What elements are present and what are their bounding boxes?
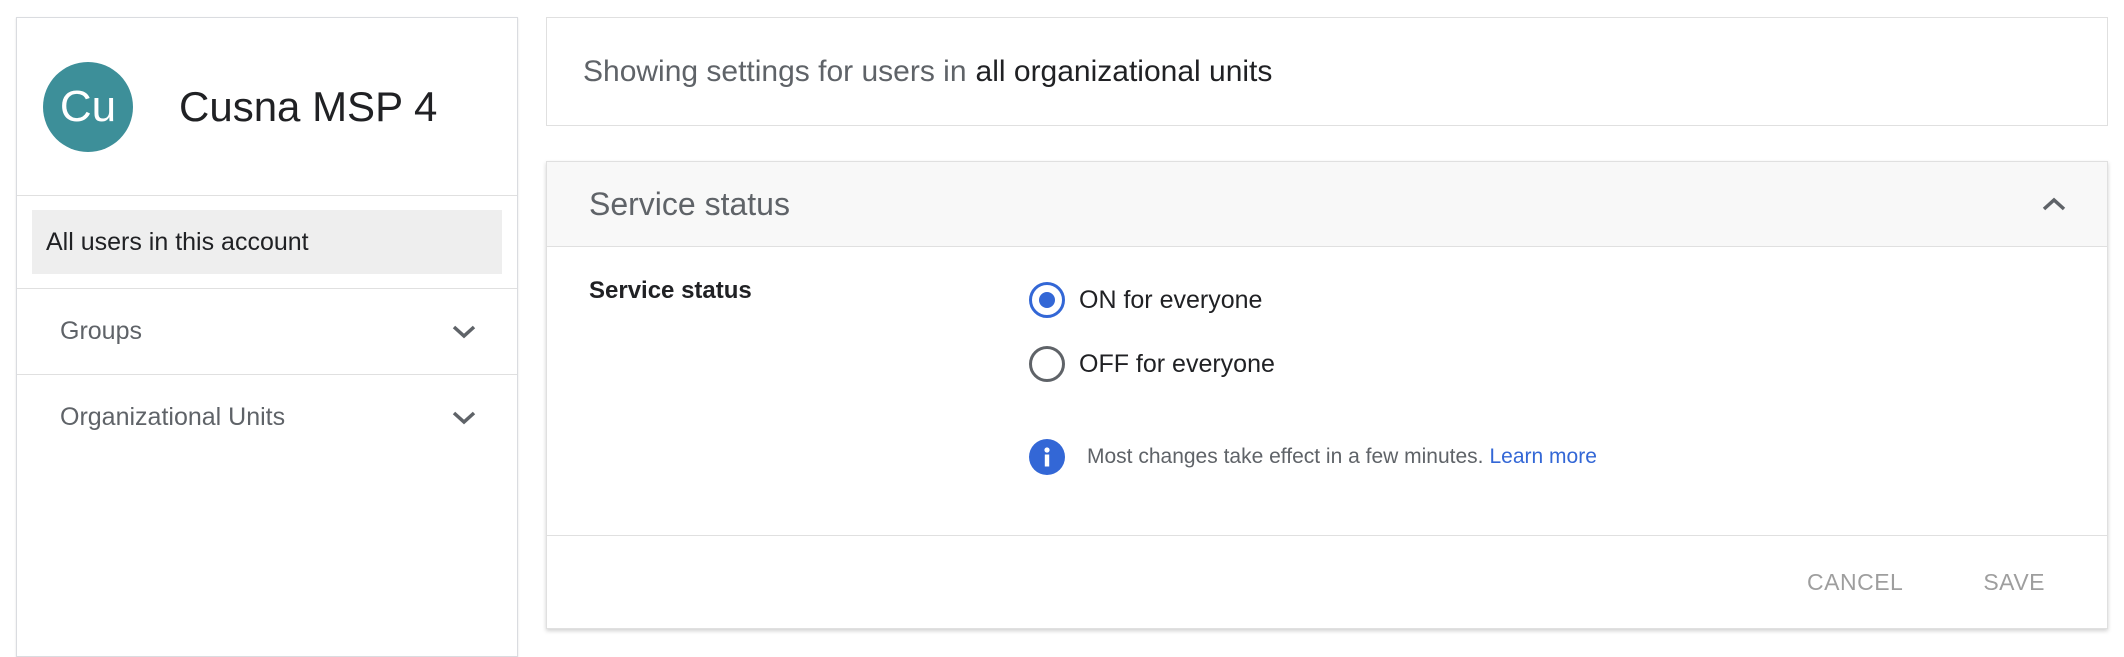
radio-label: ON for everyone (1079, 285, 1263, 314)
card-header[interactable]: Service status (547, 162, 2107, 247)
learn-more-link[interactable]: Learn more (1490, 445, 1597, 469)
chevron-down-icon[interactable] (449, 403, 479, 433)
radio-checked-icon[interactable] (1029, 282, 1065, 318)
service-status-card: Service status Service status ON for eve… (546, 161, 2108, 629)
card-title: Service status (589, 185, 790, 222)
card-footer: CANCEL SAVE (547, 536, 2107, 628)
cancel-button[interactable]: CANCEL (1807, 569, 1903, 596)
scope-banner: Showing settings for users in all organi… (546, 17, 2108, 126)
radio-label: OFF for everyone (1079, 349, 1275, 378)
info-message: Most changes take effect in a few minute… (1029, 439, 1597, 475)
avatar: Cu (43, 61, 133, 152)
sidebar-item-groups[interactable]: Groups (17, 288, 517, 374)
sidebar: Cu Cusna MSP 4 All users in this account… (16, 17, 518, 657)
sidebar-item-organizational-units[interactable]: Organizational Units (17, 374, 517, 460)
sidebar-item-all-users[interactable]: All users in this account (32, 210, 502, 274)
chevron-up-icon[interactable] (2039, 189, 2069, 219)
card-body: Service status ON for everyone OFF for e… (547, 247, 2107, 536)
account-name: Cusna MSP 4 (179, 82, 438, 130)
banner-scope: all organizational units (975, 54, 1273, 88)
account-header: Cu Cusna MSP 4 (17, 18, 517, 196)
banner-prefix: Showing settings for users in (583, 54, 967, 88)
radio-on-for-everyone[interactable]: ON for everyone (1029, 282, 1262, 318)
info-text: Most changes take effect in a few minute… (1087, 445, 1484, 468)
save-button[interactable]: SAVE (1983, 569, 2045, 596)
radio-unchecked-icon[interactable] (1029, 346, 1065, 382)
setting-label: Service status (589, 277, 752, 304)
sidebar-item-label: Organizational Units (60, 403, 286, 431)
radio-off-for-everyone[interactable]: OFF for everyone (1029, 346, 1275, 382)
chevron-down-icon[interactable] (449, 317, 479, 347)
sidebar-item-label: Groups (60, 317, 142, 345)
info-icon (1029, 439, 1065, 475)
